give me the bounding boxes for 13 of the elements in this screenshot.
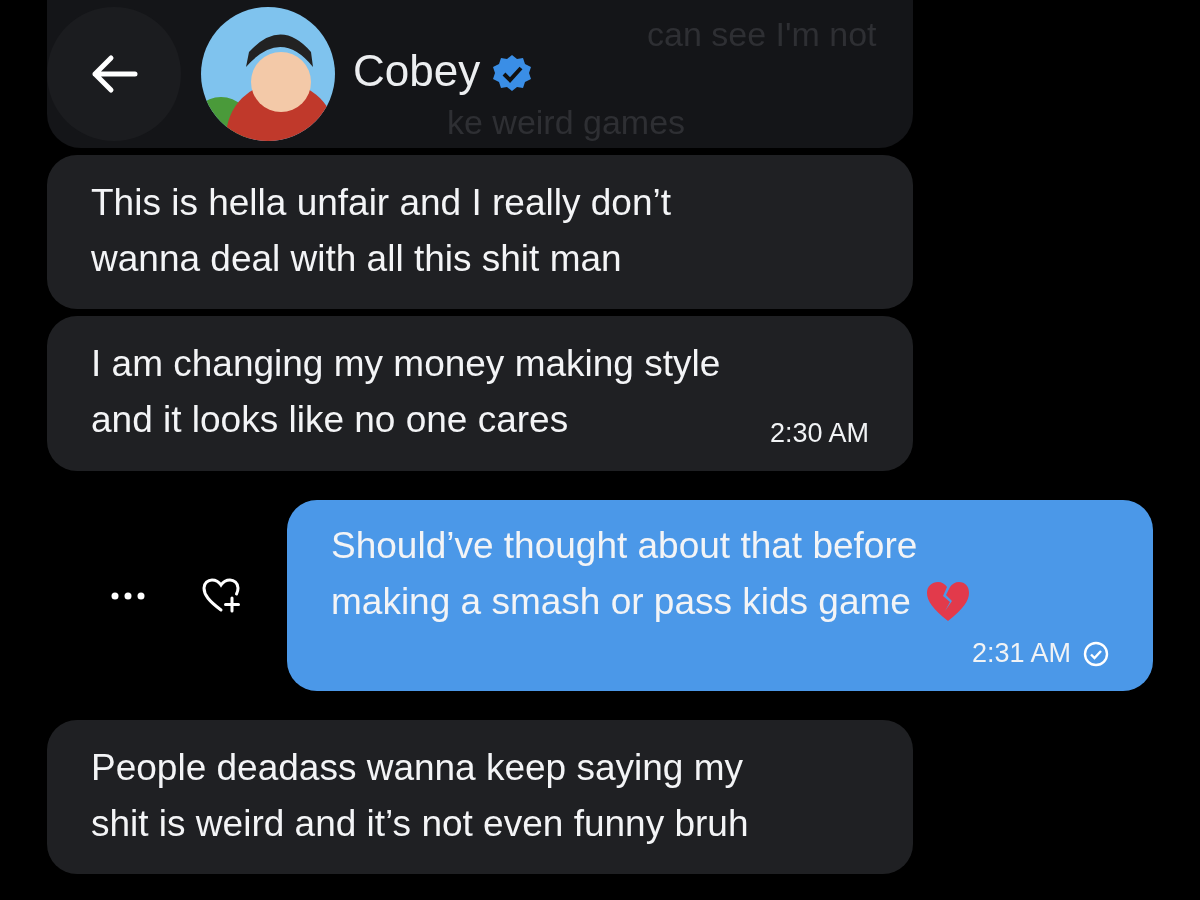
message-text: wanna deal with all this shit man — [91, 237, 622, 281]
message-text: making a smash or pass kids game — [331, 580, 911, 624]
heart-plus-icon[interactable] — [201, 577, 241, 614]
more-icon[interactable] — [111, 591, 145, 600]
message-text: This is hella unfair and I really don’t — [91, 181, 671, 225]
timestamp: 2:31 AM — [971, 638, 1071, 669]
message-text: People deadass wanna keep saying my — [91, 746, 744, 790]
timestamp: 2:30 AM — [769, 418, 869, 449]
message-text: Should’ve thought about that before — [331, 524, 918, 568]
message-text: I am changing my money making style — [91, 342, 721, 386]
message-text: and it looks like no one cares — [91, 398, 569, 442]
message-text: shit is weird and it’s not even funny bruh — [91, 802, 749, 846]
contact-name: Cobey — [353, 46, 481, 96]
